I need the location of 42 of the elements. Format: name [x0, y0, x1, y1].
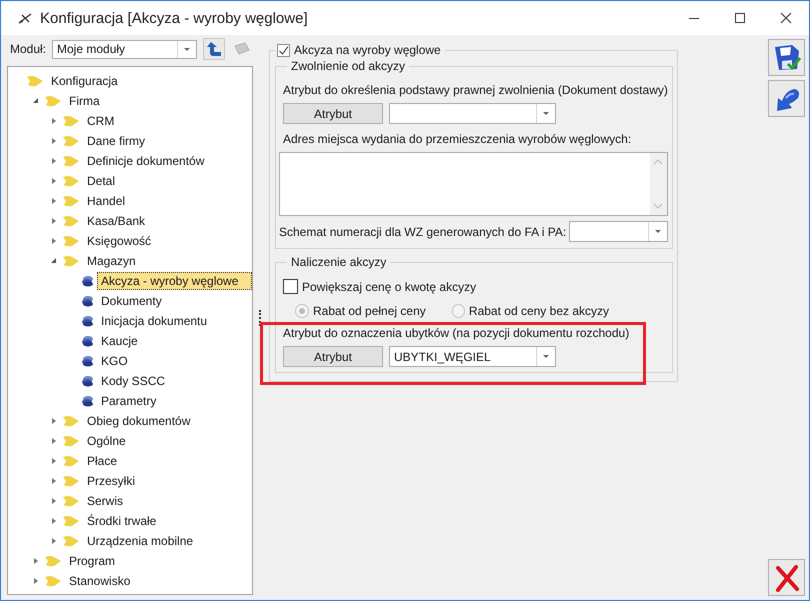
tree-item[interactable]: Kody SSCC: [97, 372, 170, 390]
tree-item[interactable]: Przesyłki: [83, 472, 140, 490]
tree-item[interactable]: Ogólne: [83, 432, 130, 450]
group-title: Naliczenie akcyzy: [290, 255, 388, 269]
tree-item[interactable]: Inicjacja dokumentu: [97, 312, 212, 330]
tree-item[interactable]: Dokumenty: [97, 292, 166, 310]
tree-item[interactable]: Środki trwałe: [83, 512, 160, 530]
tree-item[interactable]: Kaucje: [97, 332, 142, 350]
tree-item[interactable]: Dane firmy: [83, 132, 150, 150]
tree-item[interactable]: Obieg dokumentów: [83, 412, 194, 430]
field-label: Adres miejsca wydania do przemieszczenia wyrobów węglowych:: [283, 132, 632, 146]
tree-item[interactable]: Firma: [65, 92, 104, 110]
tree-item[interactable]: Magazyn: [83, 252, 140, 270]
radio-label: Rabat od pełnej ceny: [313, 304, 426, 318]
tree-item[interactable]: Definicje dokumentów: [83, 152, 208, 170]
tree-item[interactable]: Program: [65, 552, 120, 570]
checkbox-label: Akcyza na wyroby węglowe: [294, 43, 441, 57]
attribute-button[interactable]: Atrybut: [283, 103, 383, 124]
group-title: Zwolnienie od akcyzy: [290, 59, 406, 73]
tree-item[interactable]: Księgowość: [83, 232, 156, 250]
tree-item[interactable]: Stanowisko: [65, 572, 134, 590]
module-label: Moduł:: [10, 42, 48, 56]
tree-item[interactable]: Serwis: [83, 492, 128, 510]
tree-item[interactable]: KGO: [97, 352, 132, 370]
tree-item[interactable]: Urządzenia mobilne: [83, 532, 198, 550]
dropdown-field[interactable]: Moje moduły: [52, 40, 197, 58]
tree-item[interactable]: Kasa/Bank: [83, 212, 150, 230]
tree-item[interactable]: Handel: [83, 192, 130, 210]
radio-label: Rabat od ceny bez akcyzy: [468, 304, 609, 318]
checkbox-label: Powiększaj cenę o kwotę akcyzy: [302, 280, 476, 294]
tree-item[interactable]: Płace: [83, 452, 122, 470]
tree-item[interactable]: Detal: [83, 172, 120, 190]
tree-item[interactable]: Parametry: [97, 392, 160, 410]
field-label: Schemat numeracji dla WZ generowanych do FA i PA:: [279, 224, 566, 238]
field-label: Atrybut do oznaczenia ubytków (na pozycji dokumentu rozchodu): [283, 326, 630, 340]
tree-item[interactable]: CRM: [83, 112, 118, 130]
window-title: Konfiguracja [Akcyza - wyroby węglowe]: [40, 10, 308, 26]
attribute-button[interactable]: Atrybut: [283, 346, 383, 367]
dropdown-field[interactable]: UBYTKI_WĘGIEL: [389, 346, 556, 367]
tree-item[interactable]: Konfiguracja: [47, 72, 122, 90]
tree-item[interactable]: Akcyza - wyroby węglowe: [97, 272, 252, 290]
field-label: Atrybut do określenia podstawy prawnej zwolnienia (Dokument dostawy): [283, 83, 668, 97]
